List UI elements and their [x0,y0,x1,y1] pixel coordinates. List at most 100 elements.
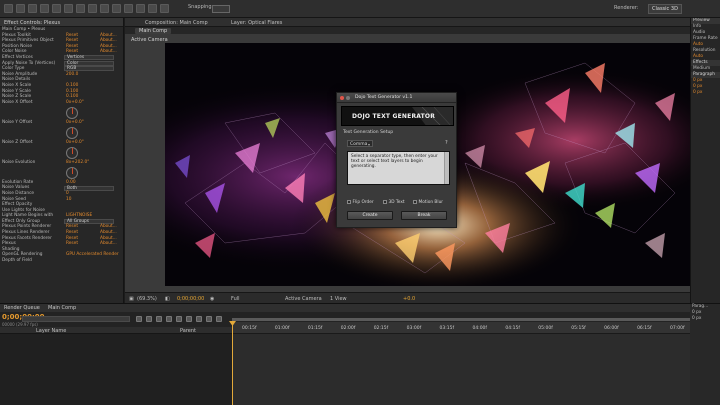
effect-property-row[interactable]: Depth of Field [0,258,123,264]
ruler-tick-label: 03:15f [439,326,455,331]
auto-keyframe-icon[interactable] [206,316,212,322]
property-dropdown[interactable]: Vertices [64,55,114,61]
dialog-titlebar[interactable]: Dojo Text Generator v1.1 [337,93,456,103]
snapshot-icon[interactable]: ◧ [165,296,170,302]
property-label: Noise X Offset [2,99,33,105]
flip-order-checkbox[interactable]: Flip Order [347,200,374,205]
layer-tab[interactable]: Layer: Optical Flares [231,20,282,26]
views-dropdown[interactable]: 1 View [330,296,347,302]
layer-search-input[interactable] [22,316,130,322]
roto-brush-tool-icon[interactable] [148,4,157,13]
graph-editor-icon[interactable] [186,316,192,322]
comp-mini-flowchart-icon[interactable] [136,316,142,322]
instruction-text: Select a separator type, then enter your… [351,154,438,170]
effect-property-row[interactable]: Noise X Offset 0x+0.0° [0,100,123,120]
timeline-tracks[interactable] [232,322,690,405]
dialog-title: Dojo Text Generator v1.1 [355,95,413,100]
panel-row[interactable]: 0 px [691,90,720,96]
puppet-tool-icon[interactable] [160,4,169,13]
motion-blur-checkbox[interactable]: Motion Blur [413,200,443,205]
brainstorm-icon[interactable] [196,316,202,322]
current-time-display[interactable]: 0;00;00;00 [177,296,204,302]
exposure-value[interactable]: +0.0 [403,296,415,302]
effect-controls-tab[interactable]: Effect Controls: Plexus [0,18,123,27]
timeline-side-panel: Parag... 0 px 0 px [690,304,720,405]
separator-dropdown[interactable]: Comma ▾ [347,140,373,147]
property-dropdown[interactable]: RGB [64,66,114,72]
help-icon[interactable]: ? [445,140,448,146]
snapping-toggle[interactable] [212,5,230,13]
checkbox-icon [347,200,351,204]
pen-tool-icon[interactable] [88,4,97,13]
effect-property-list: Plexus Toolkit Reset About... Plexus Primit… [0,33,123,264]
property-value[interactable]: 0x+0.0° [66,100,84,106]
pan-behind-tool-icon[interactable] [64,4,73,13]
angle-dial-icon[interactable] [66,166,78,179]
minimize-icon[interactable] [346,96,350,100]
property-value[interactable]: 0x+0.0° [66,140,84,146]
eraser-tool-icon[interactable] [136,4,145,13]
ruler-tick-label: 04:15f [505,326,520,331]
effect-property-row[interactable]: Noise Evolution 8x+202.0° [0,160,123,180]
workspace-dropdown[interactable]: Classic 3D [648,4,682,14]
effect-property-row[interactable]: Noise Z Offset 0x+0.0° [0,140,123,160]
break-button[interactable]: Break [401,211,447,220]
grid-toggle-icon[interactable]: ▣ [129,296,134,302]
property-label: Noise Evolution [2,159,36,165]
property-value[interactable]: 0x+0.0° [66,120,84,126]
composition-tab-bar: Composition: Main Comp Layer: Optical Fl… [125,18,690,27]
composition-subtabs: Main Comp [125,27,690,34]
setup-section-label: Text Generation Setup [343,130,394,135]
layer-rows [0,334,232,405]
chevron-down-icon: ▾ [367,142,370,147]
timeline-tabs: Render Queue Main Comp [0,304,690,312]
render-icon[interactable] [216,316,222,322]
selection-tool-icon[interactable] [4,4,13,13]
create-button[interactable]: Create [347,211,393,220]
property-value[interactable]: 8x+202.0° [66,160,89,166]
work-area-bar[interactable] [232,318,690,321]
textarea-scrollbar[interactable] [444,152,449,184]
rotate-tool-icon[interactable] [40,4,49,13]
angle-dial-icon[interactable] [66,126,78,139]
resolution-dropdown[interactable]: Full [231,296,240,302]
playhead-line[interactable] [232,322,233,405]
render-queue-tab[interactable]: Render Queue [4,305,40,311]
property-label: Noise Y Offset [2,119,33,125]
layer-column-header: Layer Name Parent [0,327,232,334]
composition-tab[interactable]: Composition: Main Comp [145,20,208,26]
3d-text-checkbox[interactable]: 3D Text [383,200,405,205]
camera-snapshot-icon[interactable]: ◉ [210,296,214,302]
zoom-dropdown[interactable]: (69.3%) [137,296,157,302]
frame-blending-icon[interactable] [166,316,172,322]
property-dropdown[interactable]: Both [64,185,114,191]
ruler-tick-label: 05:15f [571,326,586,331]
time-ruler[interactable]: 00:15f 01:00f 01:15f 02:00f 02:15f 03:00f 03:1… [232,322,690,334]
banner-title: DOJO TEXT GENERATOR [352,113,436,120]
app-toolbar: Snapping Renderer: Classic 3D [0,0,720,18]
hand-tool-icon[interactable] [16,4,25,13]
shy-layers-icon[interactable] [156,316,162,322]
camera-tool-icon[interactable] [52,4,61,13]
zoom-tool-icon[interactable] [28,4,37,13]
3d-text-label: 3D Text [388,200,405,205]
angle-dial-icon[interactable] [66,106,78,119]
ruler-tick-label: 02:00f [340,326,356,331]
type-tool-icon[interactable] [100,4,109,13]
options-row: Flip Order 3D Text Motion Blur [347,200,450,206]
effect-controls-title: Effect Controls: Plexus [4,20,61,26]
effect-controls-panel: Effect Controls: Plexus Main Comp • Plex… [0,18,124,318]
clone-tool-icon[interactable] [124,4,133,13]
mask-tool-icon[interactable] [76,4,85,13]
motion-blur-icon[interactable] [176,316,182,322]
camera-dropdown[interactable]: Active Camera [285,296,322,302]
effect-property-row[interactable]: Noise Y Offset 0x+0.0° [0,120,123,140]
property-label: Depth of Field [2,258,32,264]
text-input-area[interactable]: Select a separator type, then enter your… [347,151,450,185]
ruler-tick-label: 03:00f [406,326,422,331]
draft-3d-icon[interactable] [146,316,152,322]
angle-dial-icon[interactable] [66,146,78,159]
close-icon[interactable] [340,96,344,100]
main-comp-timeline-tab[interactable]: Main Comp [48,305,76,311]
brush-tool-icon[interactable] [112,4,121,13]
